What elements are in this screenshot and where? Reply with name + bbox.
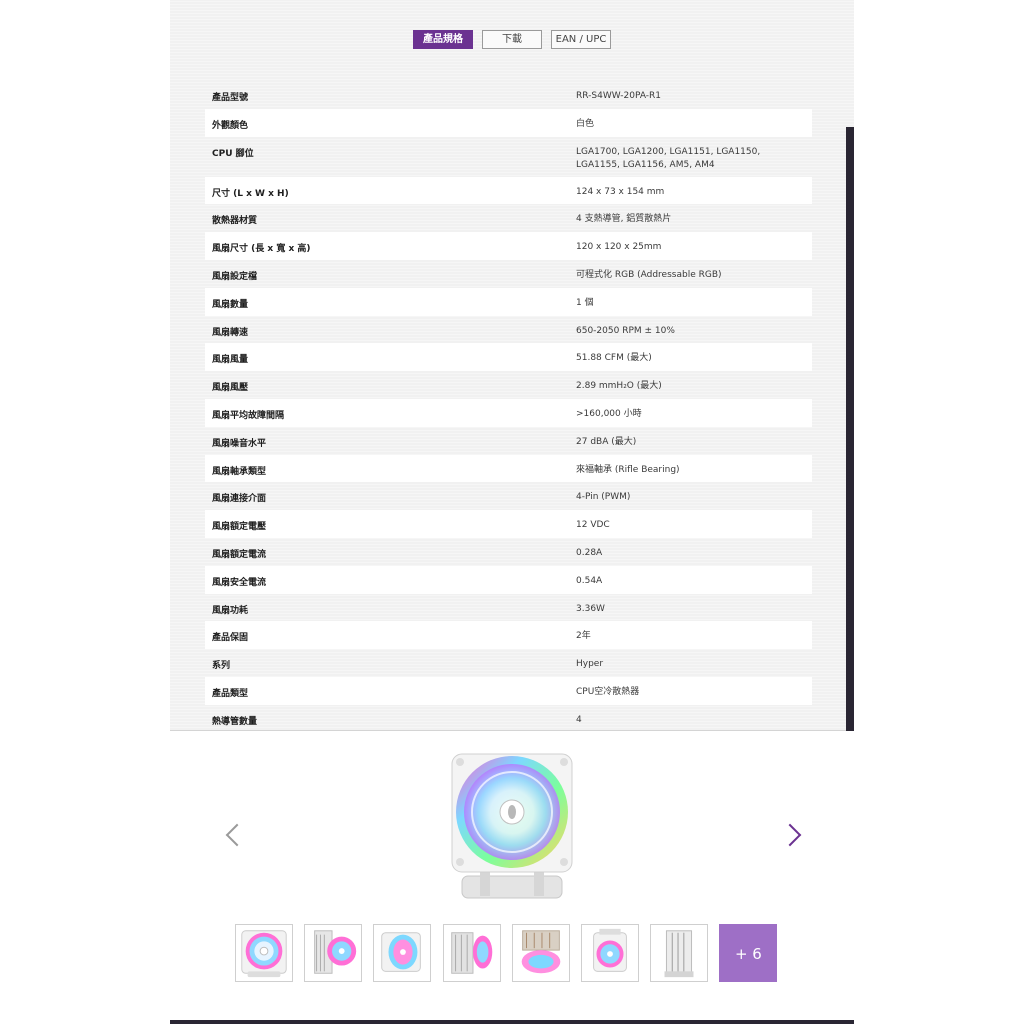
spec-label: 產品型號	[212, 93, 249, 103]
spec-row: 風扇設定檔 可程式化 RGB (Addressable RGB)	[205, 260, 812, 288]
spec-row: 風扇平均故障間隔 >160,000 小時	[205, 398, 812, 427]
spec-row: 系列 Hyper	[205, 649, 812, 677]
spec-value: 12 VDC	[576, 520, 610, 531]
spec-value: 1 個	[576, 297, 594, 308]
spec-row: 風扇數量 1 個	[205, 287, 812, 316]
spec-label: 尺寸 (L x W x H)	[212, 188, 289, 199]
spec-value: 650-2050 RPM ± 10%	[576, 325, 675, 336]
spec-table: 產品型號 RR-S4WW-20PA-R1 外觀顏色 白色 CPU 腳位 LGA1700, …	[205, 81, 812, 733]
spec-row: 風扇額定電流 0.28A	[205, 538, 812, 566]
spec-label: 風扇尺寸 (長 x 寬 x 高)	[212, 244, 311, 255]
spec-row: 產品保固 2年	[205, 621, 812, 650]
spec-row: 風扇風量 51.88 CFM (最大)	[205, 343, 812, 372]
thumbnail-fan-front[interactable]	[235, 924, 293, 982]
spec-value: 白色	[576, 118, 595, 129]
spec-row: 風扇額定電壓 12 VDC	[205, 510, 812, 538]
spec-value: 120 x 120 x 25mm	[576, 242, 662, 253]
spec-label: 風扇平均故障間隔	[212, 410, 285, 421]
spec-label: 散熱器材質	[212, 216, 258, 227]
spec-value: 27 dBA (最大)	[576, 436, 637, 447]
more-thumbnails-button[interactable]: + 6	[719, 924, 778, 982]
spec-label: 風扇數量	[212, 299, 249, 310]
spec-row: 風扇噪音水平 27 dBA (最大)	[205, 427, 812, 455]
spec-label: 風扇風量	[212, 355, 249, 366]
tab-downloads[interactable]: 下載	[482, 30, 542, 49]
spec-value: 2.89 mmH₂O (最大)	[576, 381, 662, 392]
spec-row: 散熱器材質 4 支熱導管, 鋁質散熱片	[205, 204, 812, 232]
spec-label: 風扇連接介面	[212, 494, 267, 505]
spec-value: 4	[576, 714, 582, 725]
spec-value: 0.28A	[576, 547, 603, 558]
spec-row: 風扇功耗 3.36W	[205, 594, 812, 622]
spec-value: Hyper	[576, 659, 604, 670]
spec-label: 風扇轉速	[212, 327, 249, 338]
spec-label: 風扇安全電流	[212, 577, 267, 588]
tab-ean-upc[interactable]: EAN / UPC	[551, 30, 611, 49]
spec-row: 風扇轉速 650-2050 RPM ± 10%	[205, 316, 812, 344]
spec-row: CPU 腳位 LGA1700, LGA1200, LGA1151, LGA1150…	[205, 137, 812, 177]
thumbnail-heatsink-side[interactable]	[304, 924, 363, 982]
spec-value: 3.36W	[576, 603, 605, 614]
spec-value: 可程式化 RGB (Addressable RGB)	[576, 269, 722, 280]
spec-label: 風扇軸承類型	[212, 466, 267, 477]
spec-value: >160,000 小時	[576, 408, 642, 419]
spec-label: 系列	[212, 661, 231, 672]
spec-row: 尺寸 (L x W x H) 124 x 73 x 154 mm	[205, 176, 812, 205]
spec-value: CPU空冷散熱器	[576, 686, 640, 697]
spec-row: 產品類型 CPU空冷散熱器	[205, 676, 812, 705]
spec-row: 熱導管數量 4	[205, 705, 812, 733]
thumbnail-heatsink-profile[interactable]	[650, 924, 709, 982]
spec-label: 風扇風壓	[212, 383, 249, 394]
spec-value: LGA1700, LGA1200, LGA1151, LGA1150, LGA1…	[576, 146, 761, 170]
spec-row: 風扇連接介面 4-Pin (PWM)	[205, 482, 812, 510]
spec-row: 風扇風壓 2.89 mmH₂O (最大)	[205, 371, 812, 399]
spec-label: CPU 腳位	[212, 148, 254, 159]
spec-row: 風扇軸承類型 來福軸承 (Rifle Bearing)	[205, 454, 812, 483]
spec-value: 0.54A	[576, 575, 603, 586]
product-main-image	[444, 748, 580, 902]
spec-value: 4 支熱導管, 鋁質散熱片	[576, 214, 672, 225]
tab-specifications[interactable]: 產品規格	[413, 30, 473, 49]
spec-row: 外觀顏色 白色	[205, 108, 812, 137]
spec-value: 4-Pin (PWM)	[576, 492, 631, 503]
spec-value: RR-S4WW-20PA-R1	[576, 91, 661, 101]
thumbnail-heatsink-fan-side[interactable]	[442, 924, 501, 982]
thumbnail-fan-angle[interactable]	[373, 924, 432, 982]
spec-label: 風扇額定電流	[212, 549, 267, 560]
spec-label: 產品保固	[212, 633, 249, 644]
thumbnail-fan-top-angle[interactable]	[511, 924, 570, 982]
spec-label: 熱導管數量	[212, 716, 258, 727]
spec-value: 51.88 CFM (最大)	[576, 353, 652, 364]
spec-label: 風扇設定檔	[212, 271, 258, 282]
spec-label: 外觀顏色	[212, 120, 249, 131]
spec-value: 124 x 73 x 154 mm	[576, 186, 665, 197]
scrollbar[interactable]	[846, 127, 854, 731]
thumbnail-fan-bracket[interactable]	[581, 924, 639, 982]
spec-value: 2年	[576, 631, 591, 642]
spec-row: 產品型號 RR-S4WW-20PA-R1	[205, 81, 812, 109]
spec-row: 風扇尺寸 (長 x 寬 x 高) 120 x 120 x 25mm	[205, 232, 812, 260]
spec-row: 風扇安全電流 0.54A	[205, 565, 812, 594]
spec-value: 來福軸承 (Rifle Bearing)	[576, 464, 680, 475]
spec-label: 風扇噪音水平	[212, 438, 267, 449]
bottom-divider	[170, 1020, 854, 1024]
spec-label: 風扇額定電壓	[212, 522, 267, 533]
spec-label: 產品類型	[212, 688, 249, 699]
spec-label: 風扇功耗	[212, 605, 249, 616]
